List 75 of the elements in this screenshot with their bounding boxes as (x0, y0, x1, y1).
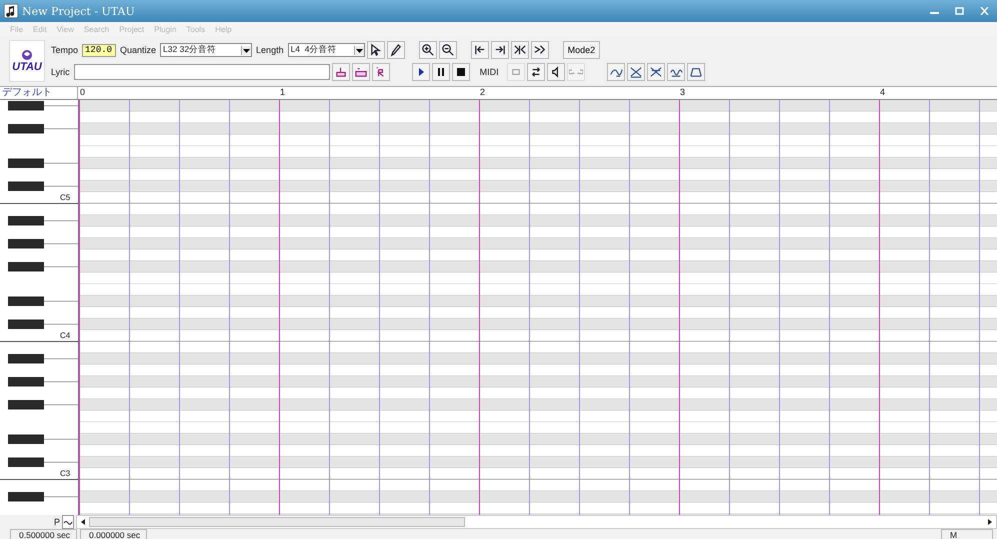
play-button[interactable] (412, 63, 430, 81)
envelope-button[interactable] (686, 63, 705, 81)
logo-icon (21, 49, 33, 61)
quantize-dropdown[interactable]: L32 32分音符 (160, 43, 252, 57)
insert-rest-button[interactable] (352, 63, 370, 81)
pitch-wave-button[interactable] (666, 63, 685, 81)
length-dropdown[interactable]: L4 4分音符 (288, 43, 365, 57)
quantize-label: Quantize (119, 45, 158, 55)
menu-item[interactable]: Help (215, 24, 232, 34)
octave-label: C4 (60, 331, 70, 341)
menu-item[interactable]: Search (84, 24, 110, 34)
insert-note-icon (334, 65, 348, 79)
menu-item[interactable]: View (56, 24, 74, 34)
envelope-icon (688, 65, 703, 79)
pencil-button[interactable] (386, 41, 405, 59)
caret-icon (354, 46, 364, 54)
pause-button[interactable] (432, 63, 450, 81)
horizontal-scrollbar[interactable] (76, 515, 997, 529)
pointer-icon (368, 43, 383, 57)
scroll-left-icon[interactable] (79, 518, 88, 526)
track-name: デフォルト (0, 87, 78, 99)
stop-button[interactable] (452, 63, 470, 81)
jump-start-icon (472, 43, 487, 57)
measure-number: 1 (279, 87, 286, 99)
merge-button[interactable] (530, 41, 549, 59)
menu-item[interactable]: Edit (32, 24, 47, 34)
measure-number: 4 (879, 87, 886, 99)
midi-label: MIDI (478, 67, 500, 77)
loop-button[interactable] (526, 63, 545, 81)
speaker-button[interactable] (546, 63, 565, 81)
insert-rest-icon (354, 65, 368, 79)
menu-item[interactable]: Project (119, 24, 144, 34)
split-icon (512, 43, 527, 57)
pointer-button[interactable] (366, 41, 385, 59)
scroll-right-icon[interactable] (986, 518, 994, 526)
zoom-in-button[interactable] (418, 41, 437, 59)
menu-item[interactable]: Tools (186, 24, 206, 34)
octave-label: C5 (60, 193, 70, 203)
jump-start-button[interactable] (470, 41, 489, 59)
tempo-label: Tempo (50, 45, 80, 55)
vibrato-cross-icon (648, 65, 663, 79)
measure-number: 0 (79, 87, 86, 99)
music-note-icon (4, 4, 18, 18)
mode-button[interactable]: Mode2 (562, 41, 600, 59)
jump-end-button[interactable] (490, 41, 509, 59)
measure-number: 3 (679, 87, 686, 99)
menu-item[interactable]: Plugin (154, 24, 176, 34)
p-label: P (54, 517, 60, 527)
envelope-cross-icon (628, 65, 643, 79)
curve-button[interactable] (62, 515, 74, 529)
maximize-icon (955, 7, 964, 15)
scroll-thumb[interactable] (89, 517, 466, 527)
pencil-icon (388, 43, 403, 57)
split-button[interactable] (510, 41, 529, 59)
close-icon (980, 7, 989, 15)
zoom-in-icon (420, 43, 435, 57)
menu-item[interactable]: File (10, 24, 23, 34)
zoom-out-icon (440, 43, 455, 57)
octave-label: C3 (60, 469, 70, 479)
caret-icon (241, 46, 252, 54)
pitch-curve-button[interactable] (606, 63, 625, 81)
lyric-label: Lyric (50, 67, 71, 77)
status-text: M (941, 529, 993, 539)
status-text: 0.500000 sec (10, 529, 78, 539)
tempo-field[interactable]: 120.0 (82, 44, 116, 56)
length-label: Length (255, 45, 285, 55)
zoom-out-button[interactable] (438, 41, 457, 59)
window-title: New Project - UTAU (22, 4, 135, 18)
status-text: 0.000000 sec (80, 529, 148, 539)
lyric-field[interactable] (74, 64, 330, 80)
measure-number: 2 (479, 87, 486, 99)
envelope-cross-button[interactable] (626, 63, 645, 81)
vibrato-cross-button[interactable] (646, 63, 665, 81)
insert-note-button[interactable] (332, 63, 350, 81)
logo-text: UTAU (12, 61, 42, 73)
